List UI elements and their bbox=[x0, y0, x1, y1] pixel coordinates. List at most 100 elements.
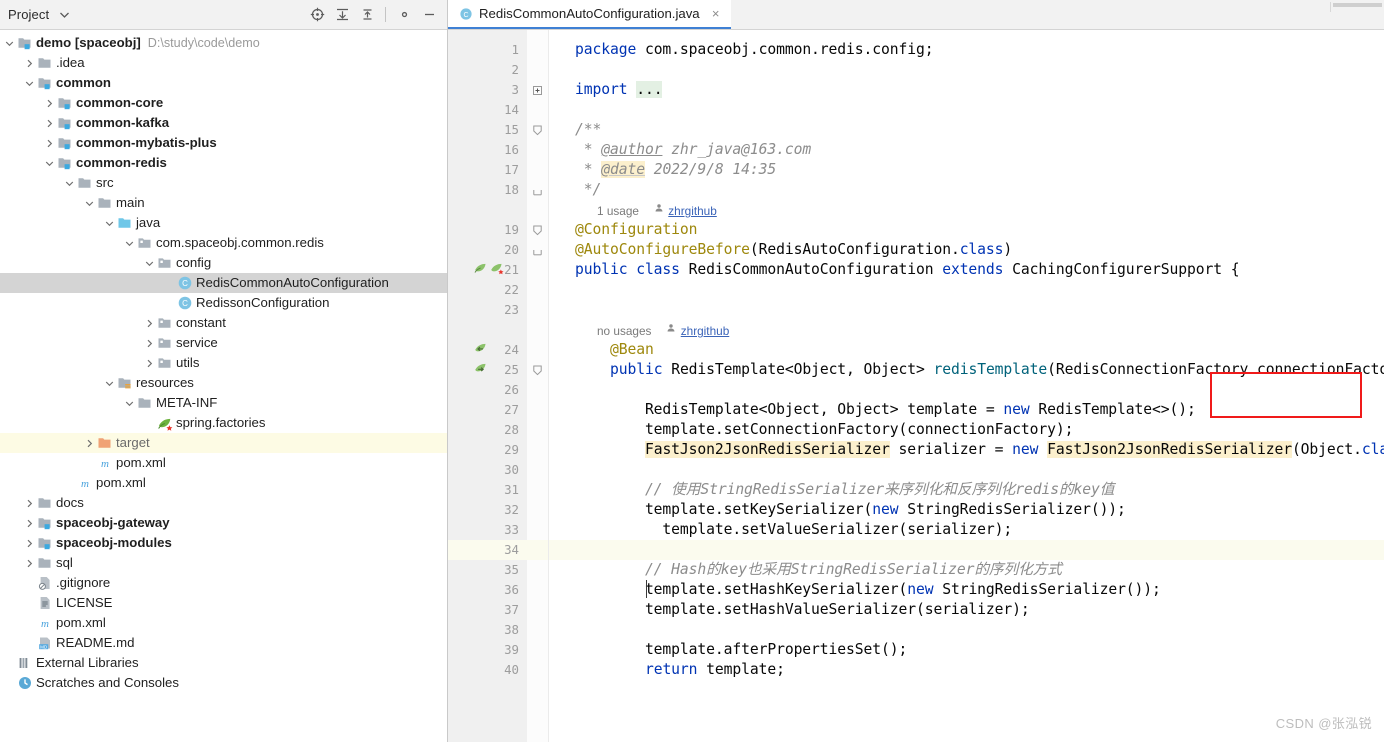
horizontal-scrollbar-top[interactable] bbox=[1330, 2, 1384, 12]
chevron-down-icon[interactable] bbox=[83, 195, 96, 211]
tree-row[interactable]: C RedisCommonAutoConfiguration bbox=[0, 273, 447, 293]
tree-row[interactable]: common-kafka bbox=[0, 113, 447, 133]
code-line[interactable]: FastJson2JsonRedisSerializer serializer … bbox=[549, 440, 1384, 460]
chevron-down-icon[interactable] bbox=[23, 75, 36, 91]
code-line[interactable]: return template; bbox=[549, 660, 785, 680]
chevron-down-icon[interactable] bbox=[43, 155, 56, 171]
chevron-right-icon[interactable] bbox=[23, 495, 36, 511]
code-line[interactable]: import ... bbox=[549, 80, 663, 100]
inlay-usage-count[interactable]: 1 usage bbox=[597, 204, 639, 218]
fold-marker[interactable] bbox=[532, 240, 543, 260]
tree-row[interactable]: common-redis bbox=[0, 153, 447, 173]
chevron-right-icon[interactable] bbox=[43, 95, 56, 111]
chevron-right-icon[interactable] bbox=[143, 315, 156, 331]
code-line[interactable]: template.setHashValueSerializer(serializ… bbox=[549, 600, 1030, 620]
code-line[interactable]: template.setKeySerializer(new StringRedi… bbox=[549, 500, 1126, 520]
code-line[interactable]: template.afterPropertiesSet(); bbox=[549, 640, 907, 660]
code-line[interactable]: * @author zhr_java@163.com bbox=[549, 140, 811, 160]
code-line[interactable]: public class RedisCommonAutoConfiguratio… bbox=[549, 260, 1240, 280]
code-line[interactable]: /** bbox=[549, 120, 601, 140]
editor-gutter[interactable]: 1 2 3 14 15 16 17 18 19 20 21 22 23 24 25 26 27 28 29 30 31 3… bbox=[448, 30, 527, 742]
tree-row[interactable]: resources bbox=[0, 373, 447, 393]
settings-gear-icon[interactable] bbox=[392, 3, 416, 27]
chevron-right-icon[interactable] bbox=[43, 115, 56, 131]
minimize-icon[interactable] bbox=[417, 3, 441, 27]
gutter-icon-group[interactable] bbox=[474, 340, 489, 360]
fold-marker[interactable] bbox=[532, 120, 543, 140]
chevron-down-icon[interactable] bbox=[103, 215, 116, 231]
chevron-down-icon[interactable] bbox=[103, 375, 116, 391]
tree-row[interactable]: common bbox=[0, 73, 447, 93]
code-line[interactable]: // Hash的key也采用StringRedisSerializer的序列化方… bbox=[549, 560, 1062, 580]
code-line[interactable] bbox=[549, 460, 575, 480]
chevron-right-icon[interactable] bbox=[83, 435, 96, 451]
tree-row[interactable]: utils bbox=[0, 353, 447, 373]
tree-row[interactable]: common-mybatis-plus bbox=[0, 133, 447, 153]
code-line[interactable]: @Configuration bbox=[549, 220, 698, 240]
code-line[interactable]: template.setValueSerializer(serializer); bbox=[549, 520, 1012, 540]
tree-row[interactable]: LICENSE bbox=[0, 593, 447, 613]
spring-bean-out-icon[interactable] bbox=[474, 360, 489, 381]
tree-row[interactable]: src bbox=[0, 173, 447, 193]
project-panel-title[interactable]: Project bbox=[8, 7, 49, 22]
code-line[interactable]: template.setConnectionFactory(connection… bbox=[549, 420, 1074, 440]
tree-row[interactable]: m pom.xml bbox=[0, 453, 447, 473]
tree-row[interactable]: common-core bbox=[0, 93, 447, 113]
code-line[interactable]: @AutoConfigureBefore(RedisAutoConfigurat… bbox=[549, 240, 1012, 260]
chevron-right-icon[interactable] bbox=[143, 335, 156, 351]
chevron-right-icon[interactable] bbox=[23, 515, 36, 531]
tree-row[interactable]: main bbox=[0, 193, 447, 213]
inlay-author-link[interactable]: zhrgithub bbox=[668, 204, 717, 218]
code-folding-strip[interactable] bbox=[527, 30, 549, 742]
code-line[interactable]: template.setHashKeySerializer(new String… bbox=[549, 580, 1161, 600]
tree-row[interactable]: constant bbox=[0, 313, 447, 333]
code-line[interactable]: RedisTemplate<Object, Object> template =… bbox=[549, 400, 1196, 420]
chevron-down-icon[interactable] bbox=[63, 175, 76, 191]
gutter-icon-group[interactable] bbox=[474, 260, 505, 280]
fold-marker[interactable] bbox=[532, 220, 543, 240]
close-icon[interactable]: × bbox=[709, 7, 723, 21]
code-line[interactable]: @Bean bbox=[549, 340, 654, 360]
chevron-right-icon[interactable] bbox=[43, 135, 56, 151]
code-line[interactable] bbox=[549, 380, 575, 400]
tree-row[interactable]: config bbox=[0, 253, 447, 273]
code-line[interactable]: */ bbox=[549, 180, 602, 200]
code-line[interactable] bbox=[549, 540, 575, 560]
inlay-author-link[interactable]: zhrgithub bbox=[681, 324, 730, 338]
tree-row[interactable]: com.spaceobj.common.redis bbox=[0, 233, 447, 253]
tree-row[interactable]: spaceobj-gateway bbox=[0, 513, 447, 533]
tree-row[interactable]: m pom.xml bbox=[0, 613, 447, 633]
tree-row[interactable]: spring.factories bbox=[0, 413, 447, 433]
editor-tab-redis-common-auto-configuration[interactable]: C RedisCommonAutoConfiguration.java × bbox=[448, 0, 731, 29]
code-line[interactable] bbox=[549, 280, 575, 300]
code-line[interactable]: package com.spaceobj.common.redis.config… bbox=[549, 40, 934, 60]
tree-row[interactable]: sql bbox=[0, 553, 447, 573]
tree-row[interactable]: m pom.xml bbox=[0, 473, 447, 493]
inlay-hint[interactable]: 1 usage zhrgithub bbox=[549, 200, 717, 220]
chevron-down-icon[interactable] bbox=[123, 235, 136, 251]
tree-row[interactable]: docs bbox=[0, 493, 447, 513]
gutter-icon-group[interactable] bbox=[474, 360, 489, 380]
chevron-right-icon[interactable] bbox=[143, 355, 156, 371]
code-line[interactable]: public RedisTemplate<Object, Object> red… bbox=[549, 360, 1384, 380]
locate-icon[interactable] bbox=[305, 3, 329, 27]
collapse-all-icon[interactable] bbox=[355, 3, 379, 27]
tree-row[interactable]: service bbox=[0, 333, 447, 353]
code-line[interactable]: // 使用StringRedisSerializer来序列化和反序列化redis… bbox=[549, 480, 1115, 500]
code-line[interactable]: * @date 2022/9/8 14:35 bbox=[549, 160, 776, 180]
fold-marker[interactable] bbox=[532, 360, 543, 380]
code-line[interactable] bbox=[549, 300, 575, 320]
code-line[interactable] bbox=[549, 620, 575, 640]
spring-bean-red-icon[interactable] bbox=[490, 260, 505, 281]
expand-all-icon[interactable] bbox=[330, 3, 354, 27]
tree-row[interactable]: spaceobj-modules bbox=[0, 533, 447, 553]
chevron-down-icon[interactable] bbox=[143, 255, 156, 271]
chevron-right-icon[interactable] bbox=[23, 55, 36, 71]
chevron-down-icon[interactable] bbox=[58, 9, 70, 21]
fold-marker[interactable] bbox=[532, 80, 543, 100]
chevron-down-icon[interactable] bbox=[3, 35, 16, 51]
code-line[interactable] bbox=[549, 60, 575, 80]
tree-row[interactable]: .idea bbox=[0, 53, 447, 73]
chevron-right-icon[interactable] bbox=[23, 535, 36, 551]
spring-bean-icon[interactable] bbox=[474, 260, 489, 281]
